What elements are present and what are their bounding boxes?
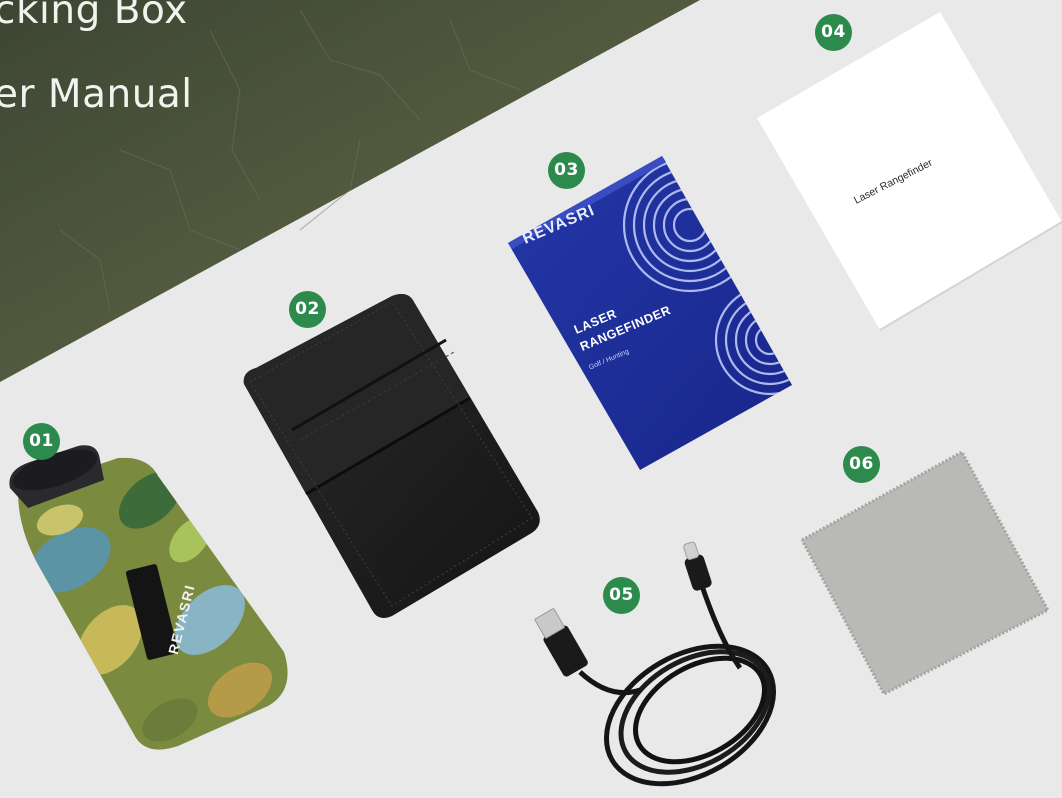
usb-cable <box>534 541 777 787</box>
badge-06: 06 <box>843 446 880 483</box>
header-line-2: er Manual <box>0 72 193 117</box>
cleaning-cloth <box>800 449 1051 697</box>
badge-02: 02 <box>289 291 326 328</box>
rangefinder-device <box>9 445 288 750</box>
badge-05: 05 <box>603 577 640 614</box>
badge-04: 04 <box>815 14 852 51</box>
badge-01: 01 <box>23 423 60 460</box>
carry-pouch <box>243 294 540 618</box>
header-line-1: cking Box <box>0 0 188 33</box>
badge-03: 03 <box>548 152 585 189</box>
product-photo-scene <box>0 0 1062 787</box>
